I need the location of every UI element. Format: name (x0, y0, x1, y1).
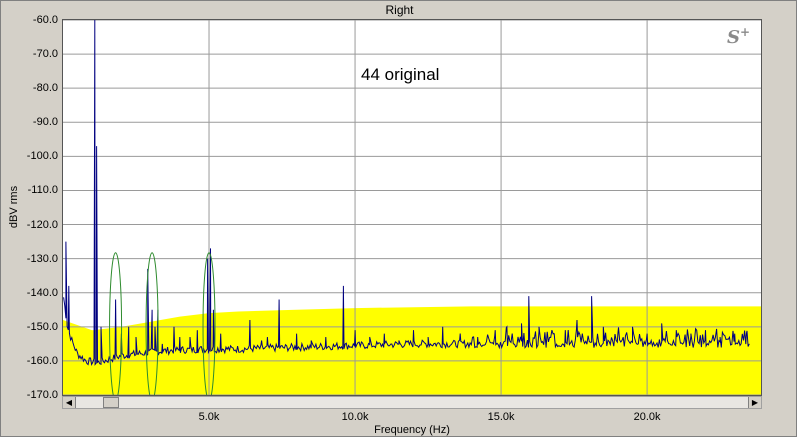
y-tick-label: -60.0 (32, 14, 58, 26)
y-tick-label: -120.0 (26, 218, 58, 231)
y-tick-label: -80.0 (32, 82, 58, 95)
y-tick-label: -100.0 (26, 150, 58, 163)
annotation-text: 44 original (361, 65, 440, 84)
horizontal-scrollbar[interactable]: ◀ ▶ (62, 396, 762, 409)
x-tick-label: 5.0k (198, 411, 220, 423)
x-tick-label: 15.0k (487, 411, 515, 423)
x-tick-label: 10.0k (341, 411, 369, 423)
scroll-left-arrow-icon[interactable]: ◀ (63, 397, 76, 408)
scroll-right-arrow-icon[interactable]: ▶ (748, 397, 761, 408)
y-tick-label: -140.0 (26, 286, 58, 299)
analyzer-window: Right dBV rms -60.0 -70.0 -80.0 -90.0 -100.0… (0, 0, 797, 437)
y-tick-label: -70.0 (32, 48, 58, 61)
y-tick-label: -170.0 (26, 389, 58, 401)
chart-title: Right (385, 3, 414, 17)
y-tick-label: -110.0 (27, 184, 58, 197)
y-axis-label: dBV rms (8, 185, 20, 229)
brand-logo: S+ (727, 25, 751, 48)
y-tick-label: -130.0 (26, 252, 58, 265)
y-tick-label: -90.0 (32, 116, 58, 129)
x-axis-label: Frequency (Hz) (374, 424, 450, 436)
x-tick-label: 20.0k (633, 411, 661, 423)
scroll-thumb[interactable] (103, 397, 119, 408)
y-tick-label: -160.0 (26, 354, 58, 367)
y-tick-label: -150.0 (26, 320, 58, 333)
